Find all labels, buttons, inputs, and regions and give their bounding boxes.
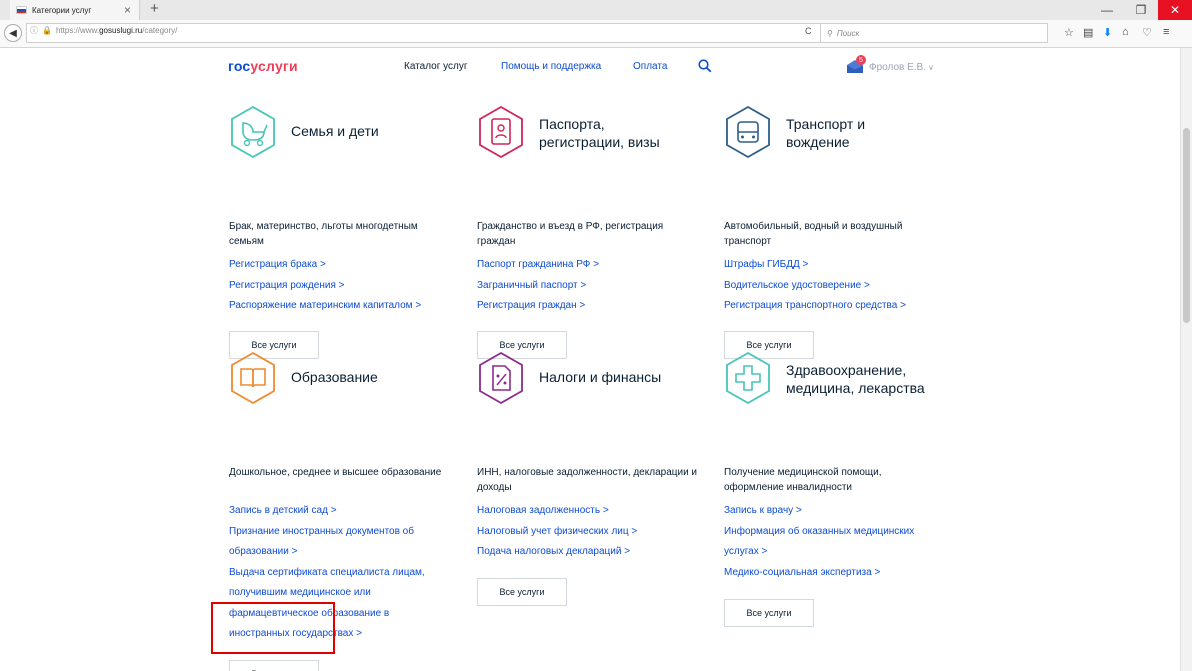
category-description: ИНН, налоговые задолженности, декларации…: [477, 467, 698, 493]
service-link[interactable]: Регистрация транспортного средства >: [724, 296, 954, 317]
category-title[interactable]: Образование: [291, 368, 378, 386]
downloads-icon[interactable]: ⬇: [1103, 26, 1112, 39]
chevron-down-icon: ∨: [928, 62, 934, 72]
reading-list-icon[interactable]: ▤: [1083, 26, 1093, 39]
category-title[interactable]: Здравоохранение, медицина, лекарства: [786, 361, 925, 397]
browser-search-placeholder: Поиск: [836, 28, 860, 38]
logo-part1: гос: [228, 58, 251, 74]
all-services-button[interactable]: Все услуги: [477, 578, 567, 606]
browser-navbar: ◀ ⓘ 🔒 https://www. gosuslugi.ru/category/…: [0, 20, 1192, 48]
bookmark-star-icon[interactable]: ☆: [1064, 26, 1074, 39]
scrollbar-thumb[interactable]: [1183, 128, 1190, 323]
site-header: госуслуги Каталог услуг Помощь и поддерж…: [0, 48, 1180, 88]
category-description: Получение медицинской помощи, оформление…: [724, 467, 882, 493]
highlight-frame: [211, 602, 335, 654]
tax-document-icon[interactable]: [477, 351, 525, 405]
category-description: Дошкольное, среднее и высшее образование: [229, 467, 442, 478]
service-link[interactable]: Налоговый учет физических лиц >: [477, 522, 707, 543]
book-icon[interactable]: [229, 351, 277, 405]
reload-icon[interactable]: C: [805, 26, 812, 36]
passport-icon[interactable]: [477, 105, 525, 159]
service-link[interactable]: Информация об оказанных медицинских: [724, 522, 954, 543]
site-logo[interactable]: госуслуги: [228, 58, 298, 74]
service-link[interactable]: Регистрация граждан >: [477, 296, 707, 317]
category-title-line1: Транспорт и: [786, 116, 866, 132]
info-icon[interactable]: ⓘ: [30, 25, 38, 36]
user-menu[interactable]: 5 Фролов Е.В. ∨: [845, 55, 934, 77]
category-title[interactable]: Паспорта, регистрации, визы: [539, 115, 660, 151]
service-link[interactable]: получившим медицинское или: [229, 583, 459, 604]
category-links: Паспорт гражданина РФ > Заграничный пасп…: [477, 255, 707, 317]
category-title[interactable]: Налоги и финансы: [539, 368, 661, 386]
service-link[interactable]: Регистрация рождения >: [229, 276, 459, 297]
category-title-line1: Паспорта,: [539, 116, 605, 132]
new-tab-button[interactable]: +: [150, 0, 159, 17]
notification-count: 5: [856, 55, 866, 65]
category-links: Штрафы ГИБДД > Водительское удостоверени…: [724, 255, 954, 317]
maximize-icon[interactable]: ❐: [1124, 0, 1158, 20]
service-link[interactable]: Медико-социальная экспертиза >: [724, 563, 954, 584]
all-services-button[interactable]: Все услуги: [724, 599, 814, 627]
category-title[interactable]: Семья и дети: [291, 122, 379, 140]
nav-help[interactable]: Помощь и поддержка: [501, 61, 601, 72]
category-links: Запись к врачу > Информация об оказанных…: [724, 501, 954, 583]
home-icon[interactable]: ⌂: [1122, 26, 1129, 38]
service-link[interactable]: образовании >: [229, 542, 459, 563]
service-link[interactable]: Подача налоговых деклараций >: [477, 542, 707, 563]
lock-icon: 🔒: [42, 26, 52, 35]
service-link[interactable]: услугах >: [724, 542, 954, 563]
service-link[interactable]: Регистрация брака >: [229, 255, 459, 276]
nav-catalog[interactable]: Каталог услуг: [404, 61, 468, 72]
back-icon[interactable]: ◀: [4, 24, 22, 42]
category-title-line1: Здравоохранение,: [786, 362, 907, 378]
url-text[interactable]: ⓘ 🔒 https://www. gosuslugi.ru/category/: [30, 25, 177, 36]
category-description: Автомобильный, водный и воздушный трансп…: [724, 221, 903, 247]
browser-search-input[interactable]: ⚲ Поиск: [820, 23, 1048, 43]
service-link[interactable]: Штрафы ГИБДД >: [724, 255, 954, 276]
car-icon[interactable]: [724, 105, 772, 159]
service-link[interactable]: Распоряжение материнским капиталом >: [229, 296, 459, 317]
menu-icon[interactable]: ≡: [1163, 26, 1169, 38]
service-link[interactable]: Паспорт гражданина РФ >: [477, 255, 707, 276]
url-domain: gosuslugi.ru: [99, 26, 143, 35]
logo-part2: услуги: [250, 58, 298, 74]
notifications-icon[interactable]: 5: [845, 55, 866, 77]
url-path: /category/: [142, 26, 178, 35]
tab-title: Категории услуг: [32, 5, 92, 15]
category-links: Регистрация брака > Регистрация рождения…: [229, 255, 459, 317]
service-link[interactable]: Признание иностранных документов об: [229, 522, 459, 543]
search-icon[interactable]: [698, 59, 712, 73]
favicon-icon: [16, 6, 27, 14]
category-links: Налоговая задолженность > Налоговый учет…: [477, 501, 707, 563]
category-title-line2: вождение: [786, 134, 850, 150]
category-title-line2: медицина, лекарства: [786, 380, 925, 396]
service-link[interactable]: Водительское удостоверение >: [724, 276, 954, 297]
category-title-line2: регистрации, визы: [539, 134, 660, 150]
category-description: Брак, материнство, льготы многодетным се…: [229, 221, 418, 247]
service-link[interactable]: Заграничный паспорт >: [477, 276, 707, 297]
all-services-button[interactable]: Все услуги: [229, 660, 319, 671]
category-title[interactable]: Транспорт и вождение: [786, 115, 865, 151]
nav-payment[interactable]: Оплата: [633, 61, 667, 72]
service-link[interactable]: Выдача сертификата специалиста лицам,: [229, 563, 459, 584]
service-link[interactable]: Налоговая задолженность >: [477, 501, 707, 522]
page-scrollbar[interactable]: [1180, 48, 1192, 671]
service-link[interactable]: Запись к врачу >: [724, 501, 954, 522]
window-close-icon[interactable]: ✕: [1158, 0, 1192, 20]
category-description: Гражданство и въезд в РФ, регистрация гр…: [477, 221, 664, 247]
service-link[interactable]: Запись в детский сад >: [229, 501, 459, 522]
browser-search-icon: ⚲: [827, 28, 833, 38]
close-tab-icon[interactable]: ×: [124, 3, 131, 17]
browser-titlebar: Категории услуг × + — ❐ ✕: [0, 0, 1192, 20]
browser-tab[interactable]: Категории услуг ×: [10, 0, 140, 20]
user-name: Фролов Е.В.: [869, 61, 927, 73]
stroller-icon[interactable]: [229, 105, 277, 159]
minimize-icon[interactable]: —: [1090, 0, 1124, 20]
medical-cross-icon[interactable]: [724, 351, 772, 405]
page-content: госуслуги Каталог услуг Помощь и поддерж…: [0, 48, 1180, 671]
pocket-icon[interactable]: ♡: [1142, 26, 1152, 39]
url-prefix: https://www.: [55, 26, 100, 35]
